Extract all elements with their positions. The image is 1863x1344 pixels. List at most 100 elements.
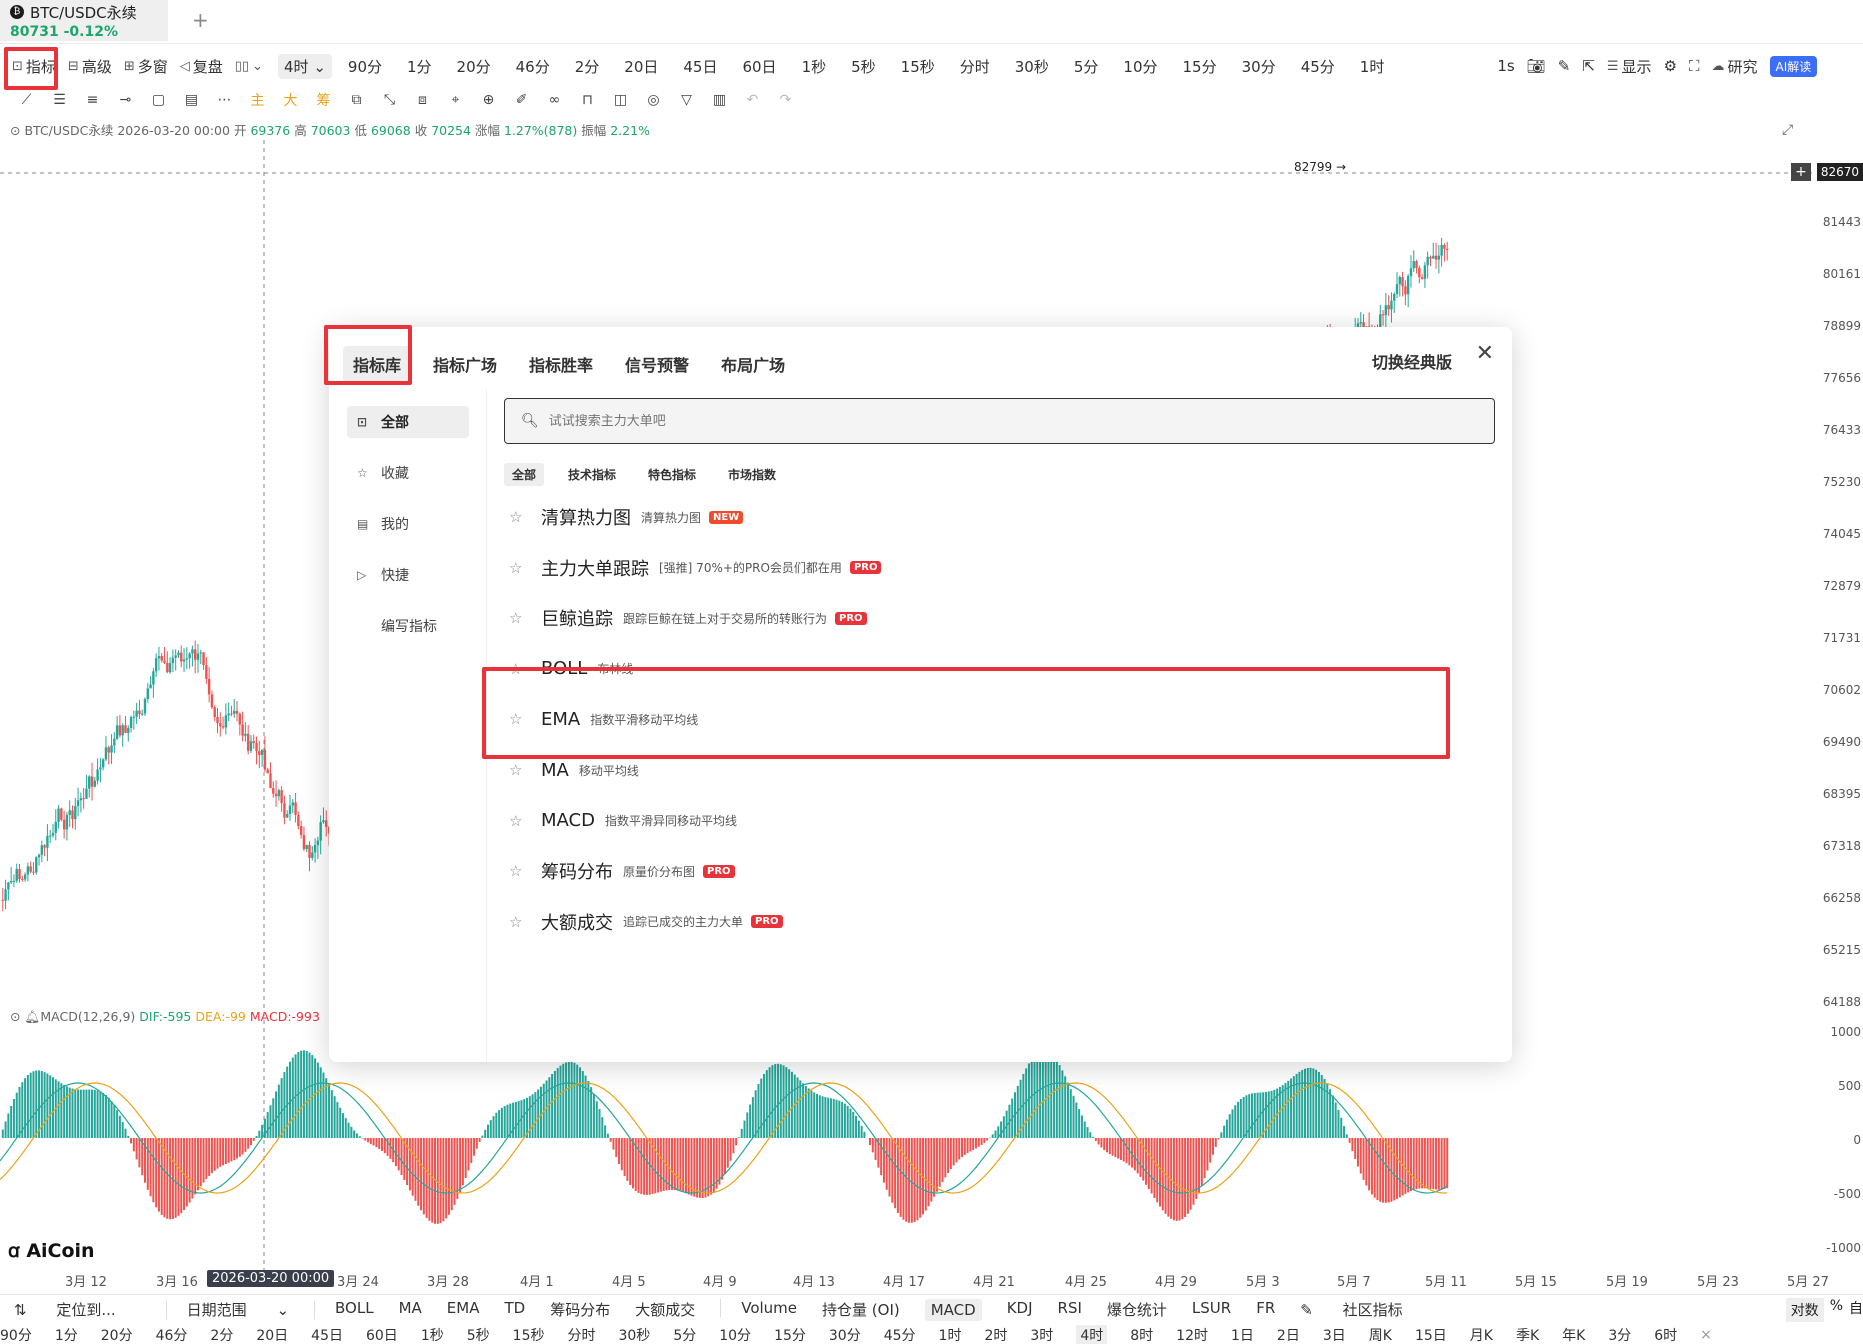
interval-option[interactable]: 45分 (1301, 56, 1335, 77)
interval-option[interactable]: 46分 (156, 1325, 188, 1344)
interval-option[interactable]: 3分 (1608, 1325, 1631, 1344)
magnet-icon[interactable]: ✐ (505, 92, 538, 108)
indicator-shortcut[interactable]: Volume (741, 1299, 797, 1321)
close-icon[interactable]: × (1700, 1327, 1712, 1343)
interval-option[interactable]: 1分 (55, 1325, 78, 1344)
sidebar-item-favorites[interactable]: ☆ 收藏 (347, 457, 469, 489)
interval-option[interactable]: 90分 (0, 1325, 32, 1344)
indicator-shortcut[interactable]: LSUR (1192, 1299, 1231, 1321)
interval-option[interactable]: 3日 (1323, 1325, 1346, 1344)
interval-option[interactable]: 年K (1562, 1325, 1585, 1344)
copy-icon[interactable]: ⧉ (340, 92, 373, 108)
interval-option[interactable]: 10分 (1123, 56, 1157, 77)
settings-icon[interactable]: ⚙ (1664, 57, 1677, 75)
date-range-button[interactable]: 日期范围 ⌄ (187, 1299, 289, 1320)
measure-icon[interactable]: ⤡ (373, 92, 406, 108)
filter-tab[interactable]: 技术指标 (560, 463, 624, 486)
indicator-shortcut[interactable]: MA (399, 1299, 422, 1321)
interval-option[interactable]: 45日 (311, 1325, 343, 1344)
interval-option[interactable]: 20分 (457, 56, 491, 77)
indicator-shortcut[interactable]: RSI (1058, 1299, 1082, 1321)
interval-option[interactable]: 周K (1369, 1325, 1392, 1344)
interval-option[interactable]: 15日 (1415, 1325, 1447, 1344)
tab-winrate[interactable]: 指标胜率 (519, 346, 603, 382)
interval-option[interactable]: 1秒 (802, 56, 827, 77)
bell-icon[interactable]: 🔔︎ (24, 1009, 40, 1024)
channel-tool-icon[interactable]: ≡ (76, 92, 109, 108)
tool-chips[interactable]: 筹 (307, 90, 340, 110)
interval-option[interactable]: 2时 (984, 1325, 1007, 1344)
filter-tab[interactable]: 特色指标 (640, 463, 704, 486)
interval-option[interactable]: 15秒 (513, 1325, 545, 1344)
close-icon[interactable]: ✕ (1476, 341, 1494, 366)
interval-option[interactable]: 1秒 (421, 1325, 444, 1344)
interval-option[interactable]: 5秒 (851, 56, 876, 77)
interval-option[interactable]: 5秒 (467, 1325, 490, 1344)
interval-option[interactable]: 1时 (1360, 56, 1385, 77)
auto-scale-button[interactable]: 自 (1849, 1298, 1863, 1322)
interval-option[interactable]: 90分 (348, 56, 382, 77)
interval-option[interactable]: 15秒 (901, 56, 935, 77)
interval-option[interactable]: 20日 (256, 1325, 288, 1344)
redo-icon[interactable]: ↷ (769, 92, 802, 108)
indicator-shortcut[interactable]: BOLL (335, 1299, 374, 1321)
share-icon[interactable]: ⇱ (1582, 57, 1595, 75)
symbol-tab[interactable]: ₿ BTC/USDC永续 80731 -0.12% (0, 0, 168, 41)
interval-option[interactable]: 30秒 (1015, 56, 1049, 77)
expand-icon[interactable]: ⤢ (1782, 122, 1793, 138)
interval-option[interactable]: 8时 (1130, 1325, 1153, 1344)
star-icon[interactable]: ☆ (509, 559, 541, 577)
interval-option[interactable]: 30分 (829, 1325, 861, 1344)
interval-option[interactable]: 5分 (1074, 56, 1099, 77)
indicator-shortcut[interactable]: 爆仓统计 (1107, 1299, 1167, 1321)
interval-option[interactable]: 1日 (1231, 1325, 1254, 1344)
star-icon[interactable]: ☆ (509, 862, 541, 880)
interval-option[interactable]: 2分 (575, 56, 600, 77)
interval-option[interactable]: 2日 (1277, 1325, 1300, 1344)
filter-tab[interactable]: 市场指数 (720, 463, 784, 486)
sidebar-item-quick[interactable]: ▷ 快捷 (347, 559, 469, 591)
interval-option[interactable]: 15分 (1183, 56, 1217, 77)
display-button[interactable]: ☰ 显示 (1607, 56, 1652, 77)
add-tab-button[interactable]: + (192, 8, 209, 32)
interval-option[interactable]: 15分 (774, 1325, 806, 1344)
interval-option[interactable]: 12时 (1176, 1325, 1208, 1344)
link-icon[interactable]: ∞ (538, 92, 571, 108)
research-button[interactable]: ☁ 研究 (1712, 56, 1758, 77)
fullscreen-icon[interactable]: ⛶ (1689, 57, 1700, 75)
filter-tab[interactable]: 全部 (504, 463, 545, 486)
indicator-shortcut[interactable]: 持仓量 (OI) (822, 1299, 900, 1321)
indicator-shortcut[interactable]: KDJ (1007, 1299, 1033, 1321)
pen-icon[interactable]: ✎ (1558, 57, 1571, 75)
tab-square[interactable]: 指标广场 (423, 346, 507, 382)
interval-option[interactable]: 45分 (884, 1325, 916, 1344)
interval-option[interactable]: 季K (1516, 1325, 1539, 1344)
interval-option[interactable]: 分时 (960, 56, 990, 77)
indicator-shortcut[interactable]: MACD (924, 1298, 982, 1321)
sidebar-item-mine[interactable]: ▤ 我的 (347, 508, 469, 540)
interval-option[interactable]: 10分 (719, 1325, 751, 1344)
interval-1s[interactable]: 1s (1497, 57, 1514, 75)
interval-option[interactable]: 5分 (673, 1325, 696, 1344)
indicator-shortcut[interactable]: 筹码分布 (550, 1299, 610, 1321)
list-item[interactable]: ☆ 主力大单跟踪 [强推] 70%+的PRO会员们都在用 PRO (509, 548, 882, 588)
sidebar-item-write[interactable]: 编写指标 (347, 610, 469, 642)
layers-icon[interactable]: ⧈ (406, 92, 439, 108)
magic-icon[interactable]: ◎ (637, 92, 670, 108)
list-item[interactable]: ☆ 巨鲸追踪 跟踪巨鲸在链上对于交易所的转账行为 PRO (509, 598, 867, 638)
tab-layout[interactable]: 布局广场 (711, 346, 795, 382)
star-icon[interactable]: ☆ (509, 508, 541, 526)
collapse-icon[interactable]: ⊙ (10, 123, 20, 138)
list-item[interactable]: ☆ 大额成交 追踪已成交的主力大单 PRO (509, 902, 783, 942)
chart-type-button[interactable]: ▯▯ ⌄ (235, 59, 266, 74)
interval-option[interactable]: 60日 (742, 56, 776, 77)
tool-big[interactable]: 大 (274, 90, 307, 110)
collapse-icon[interactable]: ⊙ (10, 1009, 20, 1024)
interval-option[interactable]: 月K (1470, 1325, 1493, 1344)
interval-option[interactable]: 30秒 (618, 1325, 650, 1344)
hline-tool-icon[interactable]: ☰ (43, 92, 76, 108)
interval-option[interactable]: 1分 (407, 56, 432, 77)
search-input[interactable] (548, 413, 1449, 429)
interval-option[interactable]: 1时 (939, 1325, 962, 1344)
star-icon[interactable]: ☆ (509, 812, 541, 830)
